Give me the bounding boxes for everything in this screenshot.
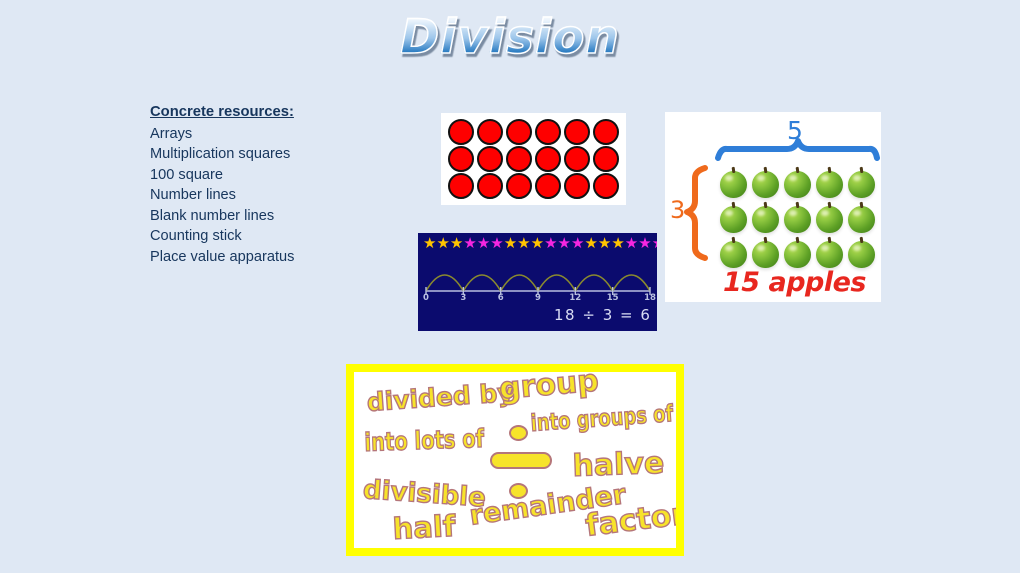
word-cloud-term: group: [497, 364, 601, 408]
red-dot-grid: [446, 118, 621, 200]
red-dot: [447, 118, 474, 145]
apple-icon: [719, 171, 747, 198]
red-dot: [535, 173, 562, 200]
apple-icon: [847, 171, 875, 198]
resource-item: Place value apparatus: [150, 248, 295, 265]
resource-item: Counting stick: [150, 228, 242, 244]
star-icon: ★: [638, 235, 652, 252]
apple-icon: [783, 206, 811, 233]
apple-icon: [719, 206, 747, 233]
star-icon: ★: [624, 235, 639, 252]
number-line-tick-label: 3: [460, 293, 467, 303]
concrete-resources-block: Concrete resources: Arrays Multiplicatio…: [150, 102, 400, 267]
apples-caption: 15 apples: [723, 267, 867, 298]
red-dot: [447, 173, 474, 200]
star-icon: ★: [476, 235, 491, 252]
star-icon: ★: [570, 235, 585, 252]
resources-heading: Concrete resources:: [150, 104, 294, 120]
word-cloud-term: into lots of: [363, 423, 485, 457]
red-dot: [593, 118, 620, 145]
red-dot: [535, 145, 562, 172]
number-line-tick-label: 18: [644, 293, 656, 303]
red-dot: [505, 173, 532, 200]
star-icon: ★: [503, 235, 518, 252]
apple-grid: [717, 167, 877, 272]
red-dot: [564, 145, 591, 172]
apple-icon: [751, 241, 779, 268]
red-dot: [505, 145, 532, 172]
word-cloud-term: factor: [583, 496, 684, 544]
number-line-tick-label: 12: [569, 293, 582, 303]
star-row: ★★★★★★★★★★★★★★★★★★: [423, 235, 657, 252]
red-dot-array-image: [441, 113, 626, 205]
red-dot: [505, 118, 532, 145]
apple-icon: [815, 241, 843, 268]
red-dot: [564, 173, 591, 200]
resource-item: Multiplication squares: [150, 146, 291, 162]
number-line-tick-label: 0: [423, 293, 429, 303]
apple-icon: [815, 206, 843, 233]
star-icon: ★: [557, 235, 571, 252]
red-dot: [535, 118, 562, 145]
apple-icon: [847, 241, 875, 268]
number-line-tick-label: 6: [497, 293, 504, 303]
red-dot: [476, 173, 503, 200]
apple-icon: [783, 241, 811, 268]
star-icon: ★: [423, 235, 437, 252]
star-icon: ★: [517, 235, 531, 252]
left-brace-icon: [684, 165, 708, 261]
top-brace-icon: [715, 138, 880, 161]
resource-item: Arrays: [150, 125, 193, 142]
red-dot: [476, 118, 503, 145]
red-dot: [476, 145, 503, 172]
star-icon: ★: [584, 235, 598, 252]
star-icon: ★: [611, 235, 625, 252]
star-icon: ★: [449, 235, 464, 252]
star-icon: ★: [436, 235, 450, 252]
word-cloud-term: half: [391, 508, 457, 547]
star-icon: ★: [530, 235, 545, 252]
star-icon: ★: [544, 235, 558, 252]
apple-icon: [815, 171, 843, 198]
division-sign-bar: [490, 452, 552, 469]
star-icon: ★: [490, 235, 504, 252]
star-icon: ★: [463, 235, 477, 252]
number-line-tick-label: 9: [535, 293, 541, 303]
red-dot: [564, 118, 591, 145]
apple-icon: [751, 206, 779, 233]
word-cloud-term: halve: [571, 445, 665, 485]
apple-icon: [783, 171, 811, 198]
red-dot: [593, 173, 620, 200]
number-line-image: ★★★★★★★★★★★★★★★★★★ 0369121518 18 ÷ 3 = 6: [418, 233, 657, 331]
red-dot: [593, 145, 620, 172]
apple-icon: [751, 171, 779, 198]
word-cloud-term: into groups of: [529, 400, 675, 437]
apple-array-image: 5 3 15 apples: [665, 112, 881, 302]
red-dot: [447, 145, 474, 172]
star-icon: ★: [597, 235, 612, 252]
division-sign-top-dot: [509, 425, 528, 441]
page-title: Division: [0, 13, 1020, 62]
apple-icon: [847, 206, 875, 233]
resource-item: 100 square: [150, 166, 224, 183]
resource-item: Blank number lines: [150, 207, 275, 224]
star-icon: ★: [652, 236, 657, 251]
number-line-equation: 18 ÷ 3 = 6: [554, 306, 652, 324]
division-vocabulary-word-cloud: divided by group into groups of into lots o…: [346, 364, 684, 556]
apple-icon: [719, 241, 747, 268]
word-cloud-term: divided by: [365, 377, 515, 418]
number-line-tick-labels: 0 3 6 9 12 15 18: [418, 293, 657, 305]
number-line-tick-label: 15: [606, 293, 619, 303]
resource-item: Number lines: [150, 187, 236, 203]
